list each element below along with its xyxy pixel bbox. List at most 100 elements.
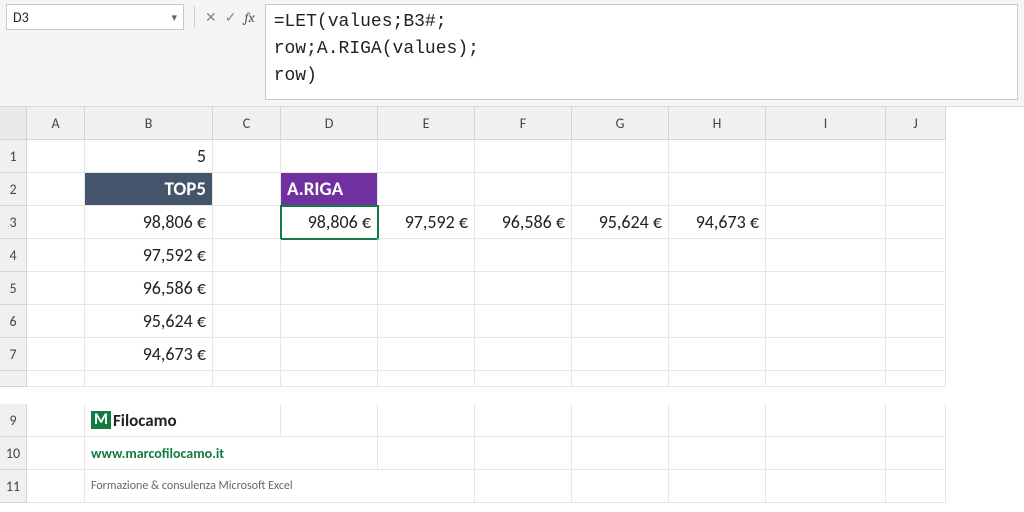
cell-D9[interactable] (281, 404, 378, 437)
cell-J7[interactable] (886, 338, 946, 371)
cell-A4[interactable] (27, 239, 85, 272)
cell-F8[interactable] (475, 371, 572, 387)
cell-D10[interactable] (281, 437, 378, 470)
cell-I8[interactable] (766, 371, 886, 387)
cell-F11[interactable] (475, 470, 572, 503)
cell-C1[interactable] (213, 140, 281, 173)
cell-E7[interactable] (378, 338, 475, 371)
row-head-3[interactable]: 3 (0, 206, 27, 239)
cell-D5[interactable] (281, 272, 378, 305)
cell-B6[interactable]: 95,624 € (85, 305, 213, 338)
cell-I4[interactable] (766, 239, 886, 272)
cell-H7[interactable] (669, 338, 766, 371)
cell-G7[interactable] (572, 338, 669, 371)
cell-D4[interactable] (281, 239, 378, 272)
cell-J10[interactable] (886, 437, 946, 470)
formula-input[interactable]: =LET(values;B3#; row;A.RIGA(values); row… (265, 4, 1018, 100)
cell-G4[interactable] (572, 239, 669, 272)
cell-B10-url[interactable]: www.marcofilocamo.it (85, 437, 213, 470)
cell-C8[interactable] (213, 371, 281, 387)
cell-H8[interactable] (669, 371, 766, 387)
row-head-11[interactable]: 11 (0, 470, 27, 503)
cell-G8[interactable] (572, 371, 669, 387)
cell-G2[interactable] (572, 173, 669, 206)
cell-E1[interactable] (378, 140, 475, 173)
cell-I9[interactable] (766, 404, 886, 437)
cell-F1[interactable] (475, 140, 572, 173)
cell-F5[interactable] (475, 272, 572, 305)
cell-F10[interactable] (475, 437, 572, 470)
cell-H2[interactable] (669, 173, 766, 206)
enter-icon[interactable]: ✓ (225, 9, 237, 26)
cell-D7[interactable] (281, 338, 378, 371)
cell-B3[interactable]: 98,806 € (85, 206, 213, 239)
cell-C4[interactable] (213, 239, 281, 272)
cell-I1[interactable] (766, 140, 886, 173)
cell-J5[interactable] (886, 272, 946, 305)
cell-E2[interactable] (378, 173, 475, 206)
cell-B5[interactable]: 96,586 € (85, 272, 213, 305)
cell-D6[interactable] (281, 305, 378, 338)
cell-A3[interactable] (27, 206, 85, 239)
cell-H1[interactable] (669, 140, 766, 173)
row-head-2[interactable]: 2 (0, 173, 27, 206)
cell-D8[interactable] (281, 371, 378, 387)
row-head-5[interactable]: 5 (0, 272, 27, 305)
cell-J11[interactable] (886, 470, 946, 503)
cell-J9[interactable] (886, 404, 946, 437)
cell-A9[interactable] (27, 404, 85, 437)
cell-B4[interactable]: 97,592 € (85, 239, 213, 272)
cell-D3[interactable]: 98,806 € (281, 206, 378, 239)
cell-F9[interactable] (475, 404, 572, 437)
cell-A11[interactable] (27, 470, 85, 503)
cell-G9[interactable] (572, 404, 669, 437)
col-head-A[interactable]: A (27, 107, 85, 140)
cell-J6[interactable] (886, 305, 946, 338)
cell-F7[interactable] (475, 338, 572, 371)
cell-B1[interactable]: 5 (85, 140, 213, 173)
cell-C6[interactable] (213, 305, 281, 338)
cell-G10[interactable] (572, 437, 669, 470)
row-head-9[interactable]: 9 (0, 404, 27, 437)
cell-I11[interactable] (766, 470, 886, 503)
cell-E6[interactable] (378, 305, 475, 338)
row-head-4[interactable]: 4 (0, 239, 27, 272)
cell-I7[interactable] (766, 338, 886, 371)
cancel-icon[interactable]: ✕ (205, 9, 217, 26)
col-head-C[interactable]: C (213, 107, 281, 140)
cell-G11[interactable] (572, 470, 669, 503)
cell-E11[interactable] (378, 470, 475, 503)
cell-F3[interactable]: 96,586 € (475, 206, 572, 239)
cell-J1[interactable] (886, 140, 946, 173)
cell-A6[interactable] (27, 305, 85, 338)
cell-I10[interactable] (766, 437, 886, 470)
cell-F6[interactable] (475, 305, 572, 338)
col-head-B[interactable]: B (85, 107, 213, 140)
col-head-I[interactable]: I (766, 107, 886, 140)
cell-J2[interactable] (886, 173, 946, 206)
cell-G3[interactable]: 95,624 € (572, 206, 669, 239)
chevron-down-icon[interactable]: ▾ (171, 11, 177, 24)
cell-C2[interactable] (213, 173, 281, 206)
cell-C9[interactable] (213, 404, 281, 437)
cell-J8[interactable] (886, 371, 946, 387)
cell-E3[interactable]: 97,592 € (378, 206, 475, 239)
cell-H9[interactable] (669, 404, 766, 437)
cell-H3[interactable]: 94,673 € (669, 206, 766, 239)
cell-C5[interactable] (213, 272, 281, 305)
cell-A2[interactable] (27, 173, 85, 206)
cell-F4[interactable] (475, 239, 572, 272)
cell-E5[interactable] (378, 272, 475, 305)
cell-H11[interactable] (669, 470, 766, 503)
cell-E9[interactable] (378, 404, 475, 437)
fx-icon[interactable]: fx (244, 9, 254, 26)
cell-I5[interactable] (766, 272, 886, 305)
cell-F2[interactable] (475, 173, 572, 206)
row-head-10[interactable]: 10 (0, 437, 27, 470)
row-head-8[interactable] (0, 371, 27, 387)
cell-G5[interactable] (572, 272, 669, 305)
cell-A1[interactable] (27, 140, 85, 173)
cell-E4[interactable] (378, 239, 475, 272)
row-head-6[interactable]: 6 (0, 305, 27, 338)
row-head-1[interactable]: 1 (0, 140, 27, 173)
